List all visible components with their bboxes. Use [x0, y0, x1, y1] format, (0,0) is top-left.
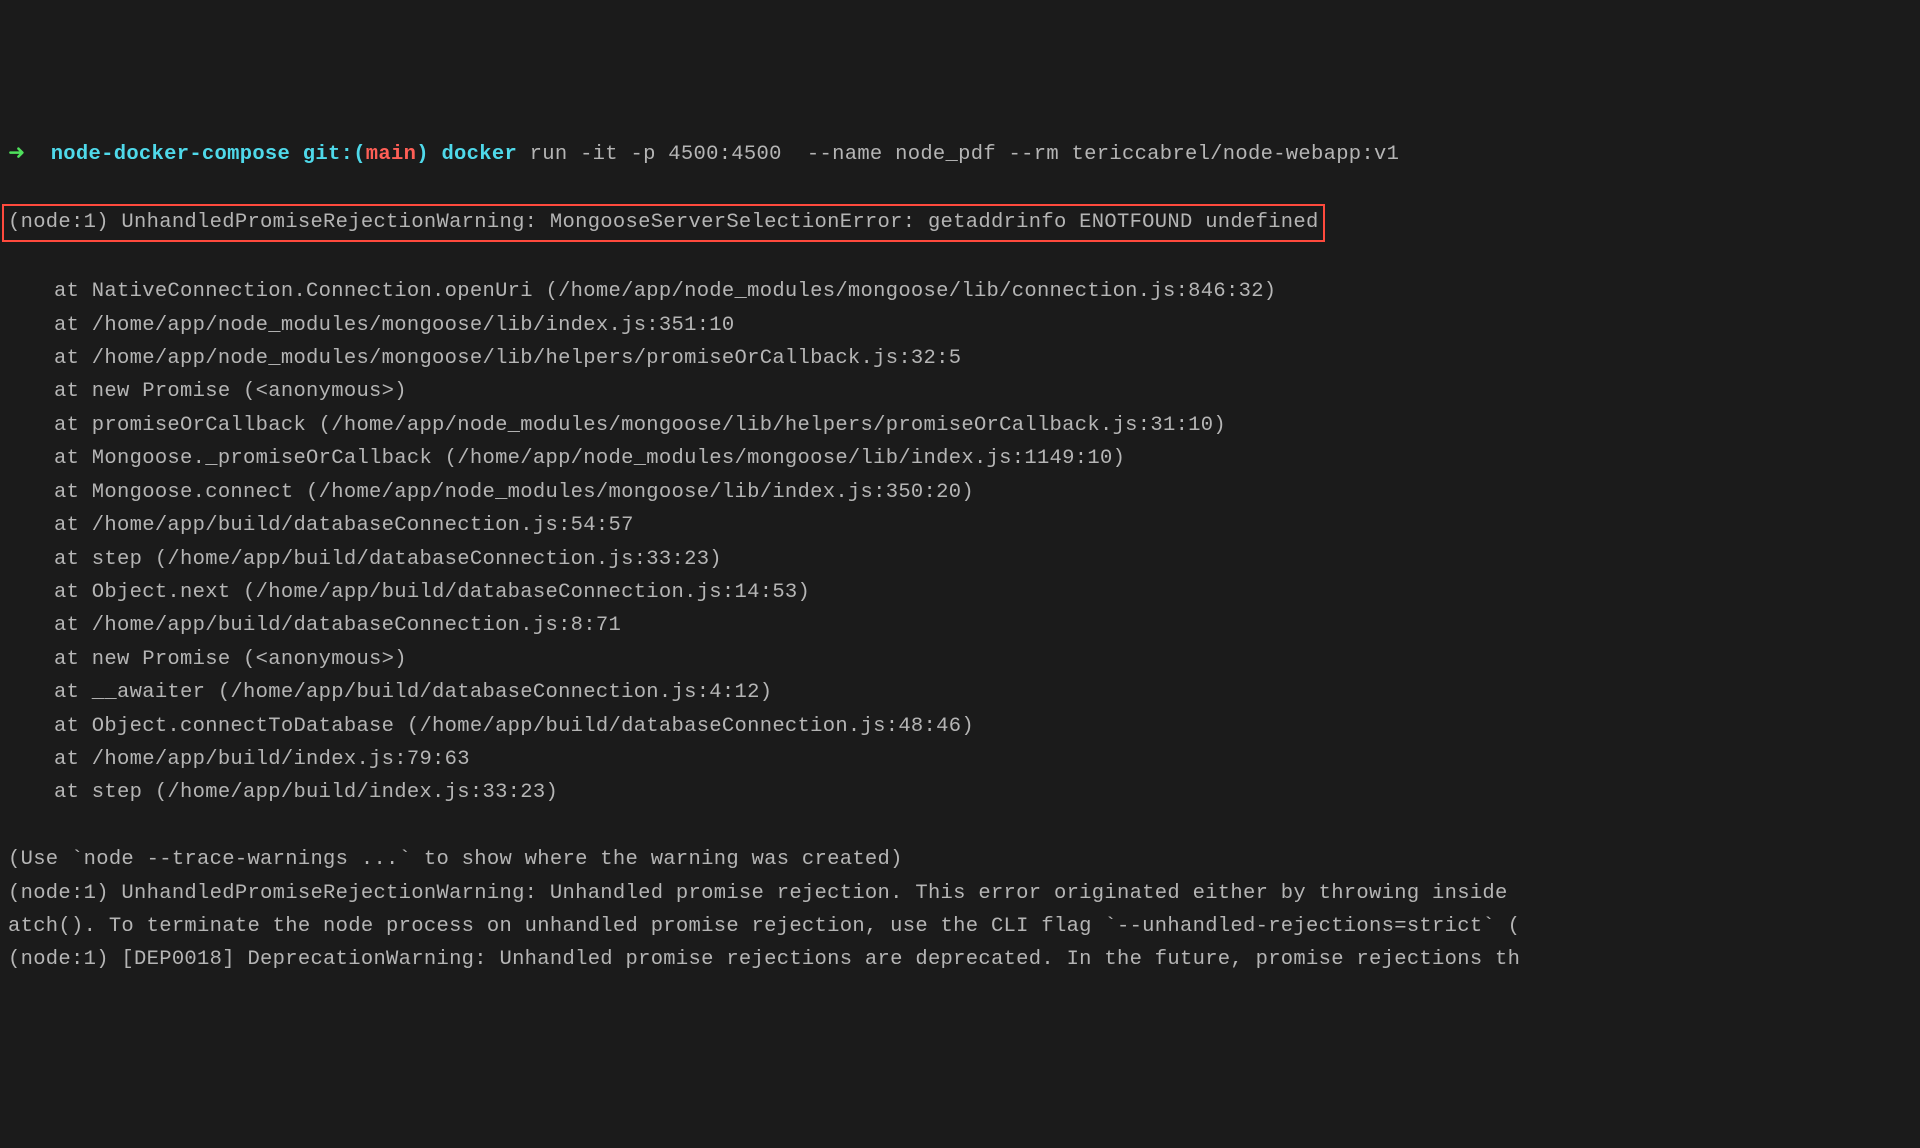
warning-line: (node:1) UnhandledPromiseRejectionWarnin…	[8, 877, 1912, 910]
prompt-git-branch: main	[366, 143, 416, 166]
warning-line: (Use `node --trace-warnings ...` to show…	[8, 843, 1912, 876]
command-name: docker	[441, 143, 517, 166]
stack-frame: at /home/app/build/databaseConnection.js…	[8, 509, 1912, 542]
error-highlight-line: (node:1) UnhandledPromiseRejectionWarnin…	[8, 204, 1912, 241]
stack-frame: at Mongoose._promiseOrCallback (/home/ap…	[8, 442, 1912, 475]
stack-frame: at NativeConnection.Connection.openUri (…	[8, 275, 1912, 308]
stack-frame: at promiseOrCallback (/home/app/node_mod…	[8, 409, 1912, 442]
stack-frame: at Mongoose.connect (/home/app/node_modu…	[8, 476, 1912, 509]
stack-frame: at step (/home/app/build/index.js:33:23)	[8, 776, 1912, 809]
error-highlight-box: (node:1) UnhandledPromiseRejectionWarnin…	[2, 204, 1325, 241]
prompt-cwd: node-docker-compose	[51, 143, 290, 166]
stack-frame: at /home/app/build/databaseConnection.js…	[8, 609, 1912, 642]
prompt-arrow-icon: ➜	[8, 143, 25, 166]
stack-frame: at /home/app/node_modules/mongoose/lib/h…	[8, 342, 1912, 375]
stack-trace: at NativeConnection.Connection.openUri (…	[8, 275, 1912, 810]
warning-line: atch(). To terminate the node process on…	[8, 910, 1912, 943]
prompt-git-label: git:	[303, 143, 353, 166]
prompt-paren-close: )	[416, 143, 429, 166]
stack-frame: at /home/app/build/index.js:79:63	[8, 743, 1912, 776]
footer-warnings: (Use `node --trace-warnings ...` to show…	[8, 843, 1912, 977]
stack-frame: at Object.next (/home/app/build/database…	[8, 576, 1912, 609]
stack-frame: at /home/app/node_modules/mongoose/lib/i…	[8, 309, 1912, 342]
stack-frame: at __awaiter (/home/app/build/databaseCo…	[8, 676, 1912, 709]
command-args: run -it -p 4500:4500 --name node_pdf --r…	[530, 143, 1400, 166]
stack-frame: at new Promise (<anonymous>)	[8, 643, 1912, 676]
prompt-paren-open: (	[353, 143, 366, 166]
prompt-line[interactable]: ➜ node-docker-compose git:(main) docker …	[8, 138, 1912, 171]
stack-frame: at new Promise (<anonymous>)	[8, 375, 1912, 408]
warning-line: (node:1) [DEP0018] DeprecationWarning: U…	[8, 943, 1912, 976]
stack-frame: at step (/home/app/build/databaseConnect…	[8, 543, 1912, 576]
stack-frame: at Object.connectToDatabase (/home/app/b…	[8, 710, 1912, 743]
